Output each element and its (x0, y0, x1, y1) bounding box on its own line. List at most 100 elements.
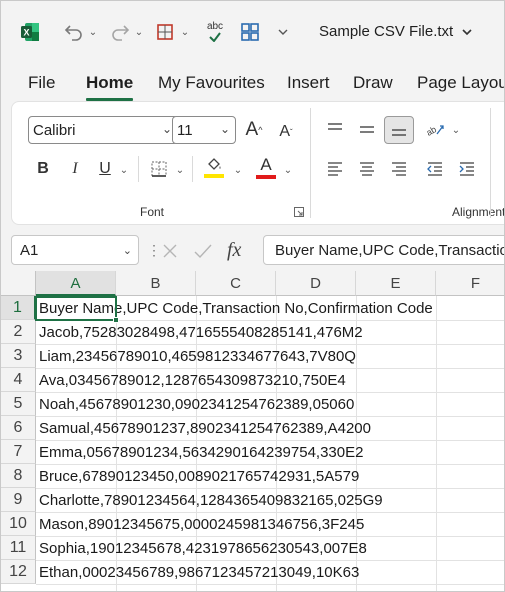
font-color-dropdown-icon[interactable]: ⌄ (282, 160, 294, 180)
formula-actions: fx (161, 239, 241, 262)
ribbon-tabs: File Home My Favourites Insert Draw Page… (1, 63, 504, 101)
more-options-icon[interactable]: ⋮ (147, 242, 161, 259)
italic-button[interactable]: I (64, 156, 86, 182)
fill-color-button[interactable] (200, 152, 228, 182)
layout-grid-icon[interactable] (237, 19, 263, 45)
increase-font-size-button[interactable]: A ^ (242, 116, 266, 144)
excel-icon[interactable]: X (19, 21, 41, 43)
cell-a2[interactable]: Jacob,75283028498,4716555408285141,476M2 (39, 320, 363, 344)
cell-a4[interactable]: Ava,03456789012,1287654309873210,750E4 (39, 368, 346, 392)
font-name-chevron-icon[interactable]: ⌄ (162, 122, 172, 136)
decrease-indent-icon[interactable] (422, 156, 448, 182)
column-header-d[interactable]: D (276, 271, 356, 296)
cell-a6[interactable]: Samual,45678901237,8902341254762389,A420… (39, 416, 371, 440)
row-header[interactable]: 4 (1, 368, 36, 392)
title-bar: X ⌄ ⌄ ⌄ abc Sample CSV File.txt (1, 1, 504, 63)
row-header[interactable]: 10 (1, 512, 36, 536)
align-center-icon[interactable] (354, 156, 380, 182)
fill-handle[interactable] (113, 317, 119, 323)
fill-color-dropdown-icon[interactable]: ⌄ (232, 160, 244, 180)
grow-font-glyph: A (245, 119, 259, 140)
top-align-icon[interactable] (322, 116, 348, 142)
alignment-group-label: Alignment (452, 205, 505, 219)
enter-icon[interactable] (193, 242, 213, 260)
row-header[interactable]: 1 (1, 296, 36, 320)
name-box-chevron-icon[interactable]: ⌄ (123, 244, 132, 257)
tab-my-favourites[interactable]: My Favourites (158, 73, 265, 93)
tab-file[interactable]: File (28, 73, 55, 93)
align-left-icon[interactable] (322, 156, 348, 182)
formula-input[interactable]: Buyer Name,UPC Code,Transaction No,Confi… (263, 235, 504, 265)
undo-icon[interactable] (61, 19, 87, 45)
cell-a8[interactable]: Bruce,67890123450,0089021765742931,5A579 (39, 464, 359, 488)
cell-a11[interactable]: Sophia,19012345678,4231978656230543,007E… (39, 536, 367, 560)
row-header[interactable]: 6 (1, 416, 36, 440)
middle-align-icon[interactable] (354, 116, 380, 142)
tab-home[interactable]: Home (86, 73, 134, 101)
tab-page-layout[interactable]: Page Layout (417, 73, 504, 93)
row-header[interactable]: 11 (1, 536, 36, 560)
name-box[interactable]: A1 ⌄ (11, 235, 139, 265)
row-header[interactable]: 2 (1, 320, 36, 344)
cancel-icon[interactable] (161, 242, 179, 260)
cell-a12[interactable]: Ethan,00023456789,9867123457213049,10K63 (39, 560, 359, 584)
font-name-value: Calibri (33, 121, 76, 139)
underline-dropdown-icon[interactable]: ⌄ (118, 160, 130, 180)
orientation-icon[interactable]: ab (422, 116, 448, 142)
align-right-icon[interactable] (386, 156, 412, 182)
font-dialog-launcher-icon[interactable] (294, 207, 304, 217)
cell-a7[interactable]: Emma,05678901234,5634290164239754,330E2 (39, 440, 363, 464)
column-header-b[interactable]: B (116, 271, 196, 296)
select-all-corner[interactable] (1, 271, 36, 296)
worksheet-grid[interactable]: A B C D E F 1 2 3 4 5 6 7 8 9 10 11 12 B… (1, 271, 504, 591)
borders-dropdown-icon[interactable]: ⌄ (179, 19, 191, 45)
cell-a5[interactable]: Noah,45678901230,0902341254762389,05060 (39, 392, 354, 416)
row-header[interactable]: 7 (1, 440, 36, 464)
row-header[interactable]: 9 (1, 488, 36, 512)
font-divider-2 (192, 156, 193, 182)
increase-indent-icon[interactable] (454, 156, 480, 182)
grow-caret-icon: ^ (258, 125, 263, 135)
cell-a9[interactable]: Charlotte,78901234564,1284365409832165,0… (39, 488, 383, 512)
redo-icon[interactable] (107, 19, 133, 45)
paint-bucket-icon (208, 157, 221, 170)
decrease-font-size-button[interactable]: Aˇ (274, 118, 298, 146)
borders-dropdown-icon[interactable]: ⌄ (174, 160, 186, 180)
row-header[interactable]: 12 (1, 560, 36, 584)
font-color-button[interactable]: A (252, 152, 280, 182)
font-color-swatch (256, 174, 276, 179)
redo-dropdown-icon[interactable]: ⌄ (133, 19, 145, 45)
gridline (36, 584, 504, 585)
column-header-a[interactable]: A (36, 271, 116, 296)
underline-button[interactable]: U (94, 156, 116, 182)
tab-insert[interactable]: Insert (287, 73, 330, 93)
font-size-chevron-icon[interactable]: ⌄ (220, 122, 230, 136)
font-size-combo[interactable]: 11 ⌄ (172, 116, 236, 144)
font-size-value: 11 (177, 121, 193, 139)
row-header[interactable]: 3 (1, 344, 36, 368)
borders-icon[interactable] (146, 156, 172, 182)
tab-draw[interactable]: Draw (353, 73, 393, 93)
font-name-combo[interactable]: Calibri ⌄ (28, 116, 178, 144)
row-header[interactable]: 5 (1, 392, 36, 416)
document-title[interactable]: Sample CSV File.txt (319, 23, 473, 40)
cell-a10[interactable]: Mason,89012345675,0000245981346756,3F245 (39, 512, 364, 536)
row-header[interactable]: 8 (1, 464, 36, 488)
shrink-font-glyph: A (279, 123, 290, 140)
customize-chevron-icon[interactable] (273, 19, 293, 45)
active-cell-selection[interactable] (35, 296, 117, 321)
formula-bar: A1 ⌄ ⋮ fx Buyer Name,UPC Code,Transactio… (1, 233, 504, 267)
group-separator (310, 108, 311, 218)
gridline (436, 296, 437, 591)
borders-icon[interactable] (151, 19, 179, 45)
bottom-align-icon[interactable] (384, 116, 414, 144)
column-header-e[interactable]: E (356, 271, 436, 296)
column-header-c[interactable]: C (196, 271, 276, 296)
cell-a3[interactable]: Liam,23456789010,4659812334677643,7V80Q (39, 344, 356, 368)
bold-button[interactable]: B (32, 156, 54, 182)
insert-function-button[interactable]: fx (227, 239, 241, 262)
spelling-icon[interactable]: abc (201, 19, 229, 45)
undo-dropdown-icon[interactable]: ⌄ (87, 19, 99, 45)
orientation-dropdown-icon[interactable]: ⌄ (450, 120, 462, 140)
column-header-f[interactable]: F (436, 271, 504, 296)
